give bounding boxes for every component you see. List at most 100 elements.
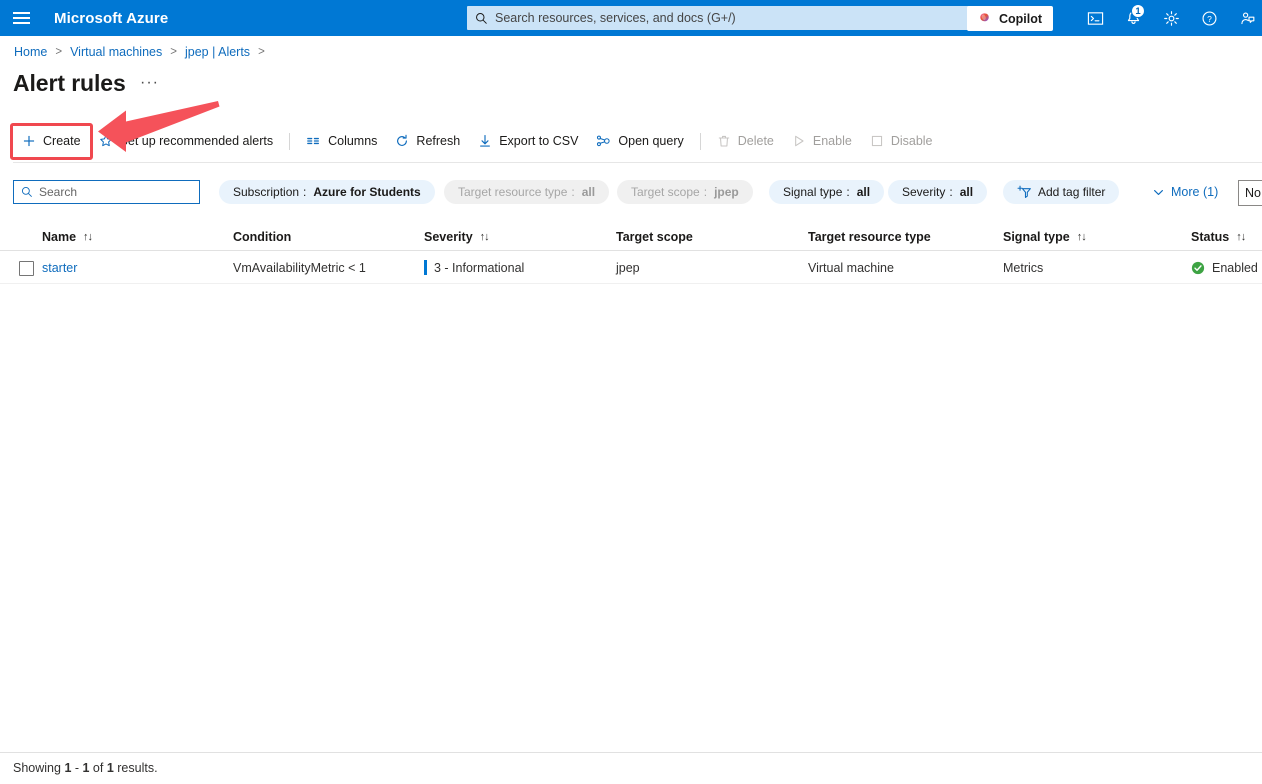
column-header-severity[interactable]: Severity ↑↓ — [424, 224, 490, 250]
column-header-name[interactable]: Name ↑↓ — [42, 224, 93, 250]
enable-button: Enable — [783, 127, 861, 155]
delete-button: Delete — [708, 127, 783, 155]
global-search-placeholder: Search resources, services, and docs (G+… — [495, 11, 736, 25]
filter-pill-target-scope-value: jpep — [714, 185, 739, 199]
columns-button-label: Columns — [328, 134, 378, 148]
filter-pill-subscription[interactable]: Subscription : Azure for Students — [219, 180, 435, 204]
time-range-select[interactable]: No — [1238, 180, 1262, 206]
chevron-down-icon — [1154, 189, 1163, 195]
alert-rules-table: Name ↑↓ Condition Severity ↑↓ Target sco… — [0, 224, 1262, 284]
filter-pill-target-resource-type-value: all — [581, 185, 596, 199]
set-up-recommended-alerts-label: Set up recommended alerts — [119, 134, 274, 148]
delete-button-label: Delete — [737, 134, 774, 148]
export-to-csv-label: Export to CSV — [499, 134, 579, 148]
cell-severity-label: 3 - Informational — [434, 260, 525, 275]
global-search-input[interactable]: Search resources, services, and docs (G+… — [467, 6, 981, 30]
filter-pill-target-resource-type: Target resource type : all — [444, 180, 610, 204]
columns-button[interactable]: Columns — [297, 127, 386, 155]
search-icon — [476, 12, 487, 24]
open-query-label: Open query — [618, 134, 684, 148]
refresh-icon — [397, 134, 408, 146]
column-header-condition-label: Condition — [233, 230, 292, 244]
column-header-target-resource-type[interactable]: Target resource type — [808, 224, 931, 250]
create-button[interactable]: Create — [13, 127, 90, 155]
footer-divider — [0, 752, 1262, 753]
check-circle-icon — [1191, 261, 1205, 274]
more-filters-button[interactable]: More (1) — [1152, 180, 1218, 204]
columns-icon — [307, 137, 320, 145]
status-badge: Enabled — [1212, 260, 1258, 275]
open-query-button[interactable]: Open query — [587, 127, 692, 155]
sort-arrows-icon: ↑↓ — [83, 231, 93, 243]
filter-bar: Search Subscription : Azure for Students… — [0, 180, 1262, 206]
azure-brand-link[interactable]: Microsoft Azure — [54, 10, 168, 27]
filter-pill-signal-type-value: all — [856, 185, 871, 199]
copilot-button[interactable]: Copilot — [967, 6, 1053, 31]
page-title: Alert rules — [13, 70, 126, 96]
filter-pill-signal-type[interactable]: Signal type : all — [769, 180, 885, 204]
settings-gear-icon[interactable] — [1152, 0, 1190, 36]
breadcrumb-item-virtual-machines[interactable]: Virtual machines — [70, 45, 162, 59]
row-select-checkbox[interactable] — [19, 261, 34, 276]
results-prefix: Showing — [13, 761, 65, 775]
cell-condition: VmAvailabilityMetric < 1 — [233, 260, 366, 275]
filter-pill-severity[interactable]: Severity : all — [888, 180, 988, 204]
filter-pill-subscription-value: Azure for Students — [313, 185, 421, 199]
results-count-text: Showing 1 - 1 of 1 results. — [13, 761, 158, 775]
column-header-signal-type-label: Signal type — [1003, 230, 1070, 244]
cloud-shell-icon[interactable] — [1076, 0, 1114, 36]
hamburger-menu-icon[interactable] — [0, 0, 42, 36]
trash-icon — [718, 135, 729, 147]
svg-text:?: ? — [1207, 13, 1212, 23]
export-to-csv-button[interactable]: Export to CSV — [469, 127, 587, 155]
cell-severity: 3 - Informational — [424, 251, 524, 284]
results-dash: - — [71, 761, 83, 775]
column-header-condition[interactable]: Condition — [233, 224, 291, 250]
table-row[interactable]: starter VmAvailabilityMetric < 1 3 - Inf… — [0, 251, 1262, 284]
enable-button-label: Enable — [812, 134, 852, 148]
feedback-icon[interactable] — [1228, 0, 1262, 36]
plus-icon — [23, 135, 35, 147]
results-total: 1 — [106, 761, 114, 775]
cell-status: Enabled — [1191, 251, 1258, 284]
filter-pill-severity-key: Severity — [902, 185, 946, 199]
column-header-signal-type[interactable]: Signal type ↑↓ — [1003, 224, 1087, 250]
sort-arrows-icon: ↑↓ — [1076, 231, 1087, 243]
breadcrumb-separator-trailing: > — [258, 46, 265, 58]
help-icon[interactable]: ? — [1190, 0, 1228, 36]
breadcrumb-separator: > — [170, 46, 177, 58]
column-header-target-scope-label: Target scope — [616, 230, 693, 244]
cell-name[interactable]: starter — [42, 251, 77, 284]
filter-pill-target-scope: Target scope : jpep — [617, 180, 753, 204]
page-more-options-button[interactable]: ··· — [140, 75, 159, 91]
column-header-target-scope[interactable]: Target scope — [616, 224, 693, 250]
filter-pill-subscription-key: Subscription — [233, 185, 300, 199]
notifications-bell-icon[interactable]: 1 — [1114, 0, 1152, 36]
add-tag-filter-button[interactable]: Add tag filter — [1003, 180, 1120, 204]
refresh-button[interactable]: Refresh — [386, 127, 469, 155]
filter-pill-target-resource-type-key: Target resource type — [458, 185, 568, 199]
breadcrumb-item-jpep-alerts[interactable]: jpep | Alerts — [185, 45, 250, 59]
download-icon — [480, 135, 491, 147]
command-bar: Create Set up recommended alerts Columns… — [13, 127, 1262, 155]
column-header-status[interactable]: Status ↑↓ — [1191, 224, 1246, 250]
command-bar-divider — [699, 132, 701, 150]
stop-square-icon — [871, 135, 882, 147]
search-input-placeholder: Search — [39, 185, 78, 199]
add-tag-filter-label: Add tag filter — [1038, 185, 1106, 199]
command-bar-divider-rule — [13, 162, 1262, 163]
severity-indicator-bar — [424, 260, 427, 275]
set-up-recommended-alerts-button[interactable]: Set up recommended alerts — [90, 127, 283, 155]
add-filter-icon — [1017, 185, 1031, 198]
create-button-label: Create — [43, 134, 81, 148]
breadcrumb-separator: > — [55, 46, 63, 58]
breadcrumb: Home > Virtual machines > jpep | Alerts … — [14, 45, 273, 59]
disable-button-label: Disable — [890, 134, 933, 148]
filter-pill-signal-type-key: Signal type — [783, 185, 843, 199]
column-header-name-label: Name — [42, 230, 77, 244]
results-suffix: results. — [113, 761, 158, 775]
breadcrumb-item-home[interactable]: Home — [14, 45, 47, 59]
sort-arrows-icon: ↑↓ — [479, 231, 490, 243]
filter-pill-severity-value: all — [959, 185, 974, 199]
search-input[interactable]: Search — [13, 180, 200, 204]
